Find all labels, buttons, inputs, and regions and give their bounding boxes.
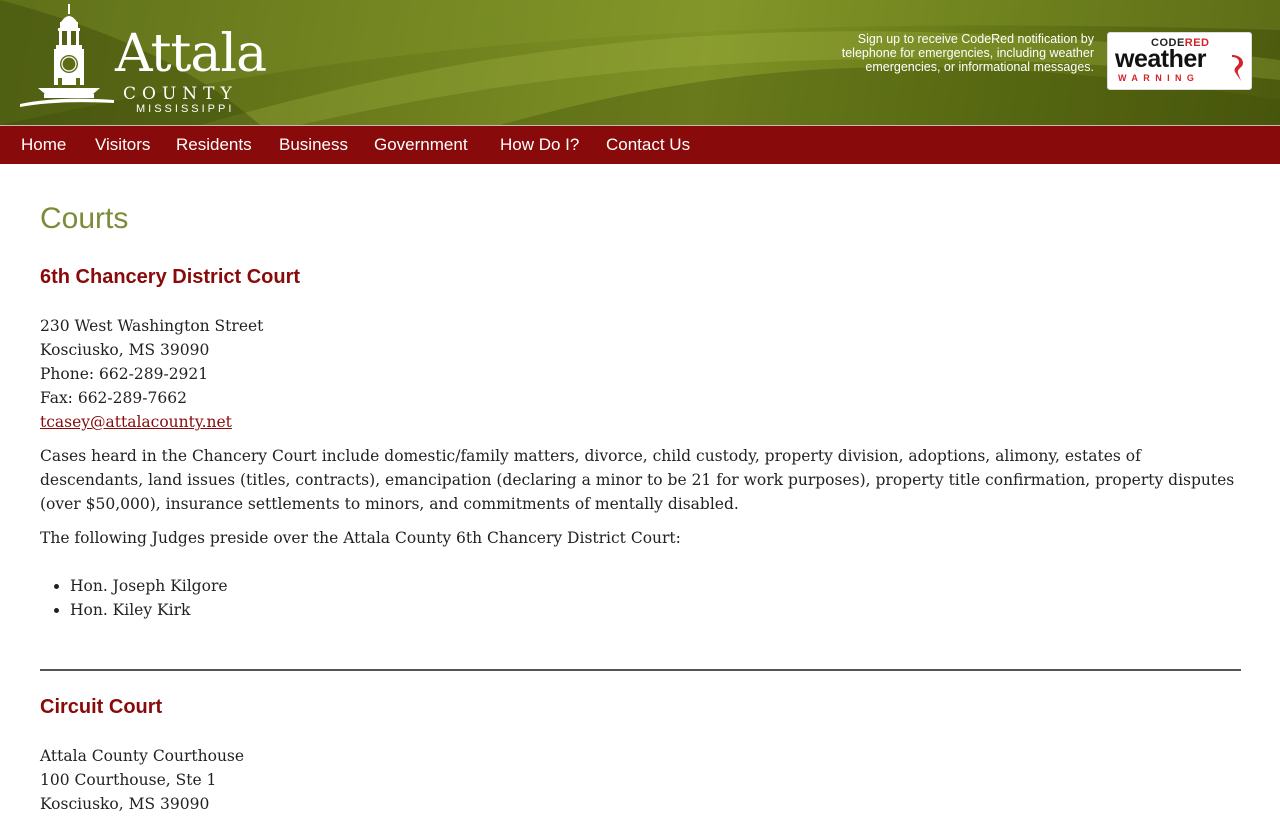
- page-title: Courts: [40, 202, 129, 235]
- codered-weather-warning-badge[interactable]: CODERED weather WARNING: [1107, 32, 1252, 90]
- chancery-judges-list: Hon. Joseph Kilgore Hon. Kiley Kirk: [40, 574, 228, 622]
- nav-item-how-do-i[interactable]: How Do I?: [500, 135, 579, 155]
- chancery-judges-intro: The following Judges preside over the At…: [40, 529, 681, 547]
- list-item: Hon. Joseph Kilgore: [70, 574, 228, 598]
- main-navigation: Home Visitors Residents Business Governm…: [0, 125, 1280, 164]
- nav-item-business[interactable]: Business: [279, 135, 348, 155]
- circuit-court-heading: Circuit Court: [40, 696, 163, 718]
- lightning-bolt-icon: [1232, 55, 1243, 81]
- nav-item-home[interactable]: Home: [21, 135, 66, 155]
- nav-item-residents[interactable]: Residents: [176, 135, 252, 155]
- codered-signup-text[interactable]: Sign up to receive CodeRed notification …: [834, 32, 1094, 74]
- chancery-court-heading: 6th Chancery District Court: [40, 266, 301, 288]
- circuit-address-line2: 100 Courthouse, Ste 1: [40, 771, 217, 789]
- nav-item-government[interactable]: Government: [374, 135, 468, 155]
- courthouse-icon: [20, 4, 114, 107]
- logo-county-text: COUNTY: [123, 84, 238, 104]
- attala-county-logo[interactable]: Attala COUNTY MISSISSIPPI: [18, 4, 267, 116]
- chancery-address-line1: 230 West Washington Street: [40, 317, 264, 335]
- chancery-description: Cases heard in the Chancery Court includ…: [40, 447, 1235, 513]
- list-item: Hon. Kiley Kirk: [70, 598, 228, 622]
- nav-item-contact-us[interactable]: Contact Us: [606, 135, 690, 155]
- logo-wordmark: Attala: [115, 24, 267, 84]
- logo-state-text: MISSISSIPPI: [136, 103, 235, 115]
- section-divider: [40, 669, 1241, 671]
- chancery-phone: Phone: 662-289-2921: [40, 365, 209, 383]
- nav-item-visitors[interactable]: Visitors: [95, 135, 150, 155]
- site-header: Attala COUNTY MISSISSIPPI Sign up to rec…: [0, 0, 1280, 125]
- badge-warning-text: WARNING: [1118, 73, 1200, 83]
- chancery-email-line: tcasey@attalacounty.net: [40, 410, 232, 434]
- chancery-address-line2: Kosciusko, MS 39090: [40, 341, 210, 359]
- circuit-address-line3: Kosciusko, MS 39090: [40, 795, 210, 813]
- badge-weather-text: weather: [1115, 45, 1206, 73]
- chancery-fax: Fax: 662-289-7662: [40, 389, 187, 407]
- circuit-address-line1: Attala County Courthouse: [40, 747, 245, 765]
- chancery-email-link[interactable]: tcasey@attalacounty.net: [40, 413, 232, 431]
